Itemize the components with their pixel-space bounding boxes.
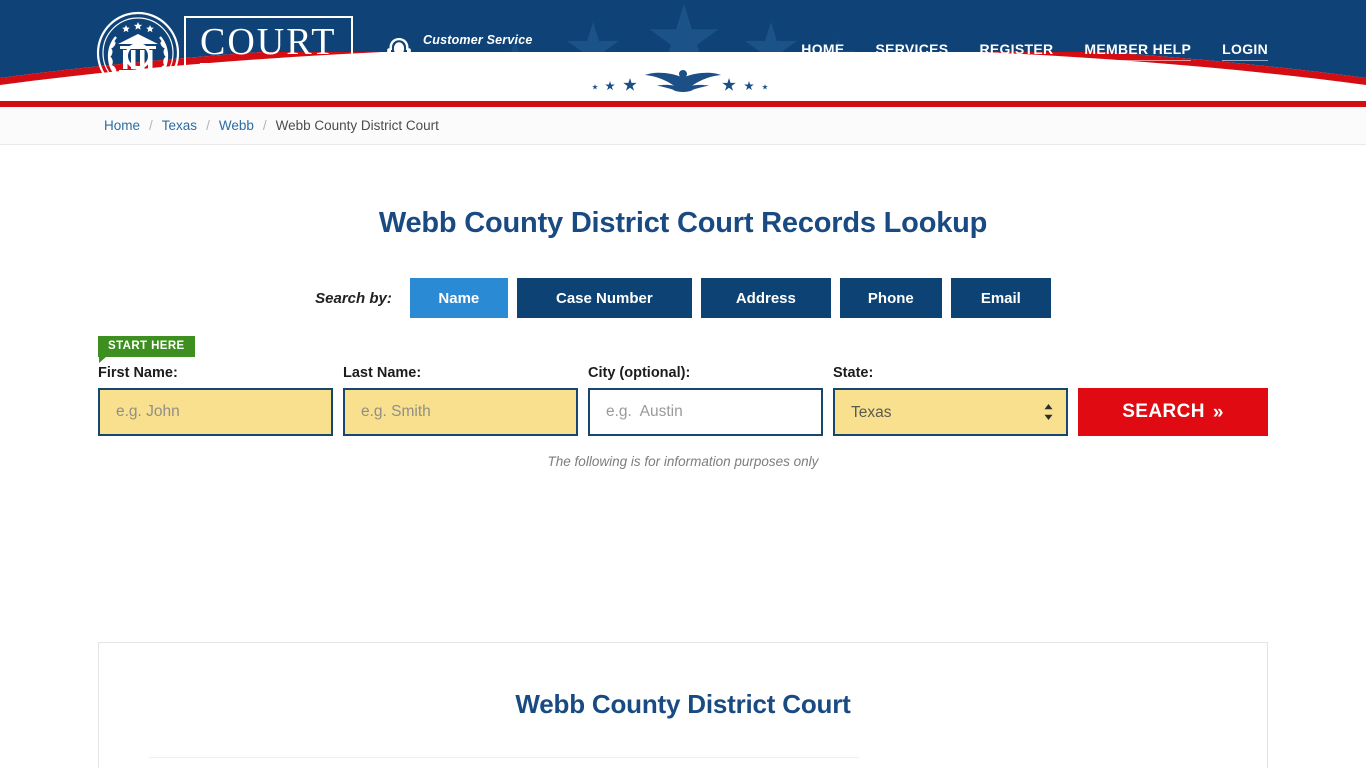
breadcrumb-item-texas[interactable]: Texas	[162, 118, 197, 133]
first-name-field-group: First Name:	[98, 365, 333, 436]
last-name-field-group: Last Name:	[343, 365, 578, 436]
page-title: Webb County District Court Records Looku…	[378, 207, 988, 239]
court-type-value: District Court	[341, 758, 859, 768]
court-details-card: Webb County District Court	[98, 642, 1268, 768]
tab-name[interactable]: Name	[409, 278, 508, 318]
headset-support-icon	[387, 37, 411, 66]
state-select[interactable]: Texas	[833, 388, 1068, 436]
breadcrumb-item-home[interactable]: Home	[104, 118, 140, 133]
info-note: The following is for information purpose…	[547, 454, 819, 469]
breadcrumb-item-current: Webb County District Court	[275, 118, 439, 133]
site-logo[interactable]: COURT CASE FINDER	[96, 11, 353, 95]
nav-item-member-help[interactable]: MEMBER HELP	[1084, 41, 1192, 61]
table-row: Court Type: District Court	[149, 757, 859, 768]
breadcrumb: Home / Texas / Webb / Webb County Distri…	[0, 107, 1366, 145]
eagle-emblem-icon	[645, 70, 721, 92]
eagle-right-stars	[722, 78, 774, 92]
search-by-tabs: Search by: Name Case Number Address Phon…	[0, 278, 1366, 318]
customer-service-label: Customer Service	[423, 33, 533, 47]
search-button-label: SEARCH	[1122, 401, 1205, 422]
breadcrumb-separator: /	[206, 118, 210, 133]
logo-title: COURT	[200, 20, 337, 65]
customer-service-phone[interactable]: 1-800-309-9351	[423, 48, 545, 69]
court-seal-icon	[96, 11, 180, 95]
last-name-label: Last Name:	[343, 365, 422, 381]
search-form: START HERE First Name: Last Name: City (…	[0, 336, 1366, 436]
court-type-key: Court Type:	[181, 758, 341, 768]
court-type-icon-cell	[149, 758, 181, 768]
state-label: State:	[833, 365, 874, 381]
double-chevron-right-icon: »	[1212, 401, 1224, 423]
eagle-left-stars	[592, 78, 644, 92]
search-by-label: Search by:	[315, 289, 392, 307]
main-content: Webb County District Court Records Looku…	[0, 145, 1366, 768]
city-field-group: City (optional):	[588, 365, 823, 436]
tab-phone[interactable]: Phone	[839, 278, 942, 318]
breadcrumb-separator: /	[149, 118, 153, 133]
state-field-group: State: Texas	[833, 365, 1068, 436]
court-card-title: Webb County District Court	[515, 689, 851, 719]
nav-item-home[interactable]: HOME	[801, 41, 845, 61]
customer-service-block: Customer Service 1-800-309-9351	[384, 33, 545, 69]
breadcrumb-separator: /	[262, 118, 267, 133]
city-input[interactable]	[588, 388, 823, 436]
nav-item-login[interactable]: LOGIN	[1222, 41, 1268, 61]
court-details-table: Court Type: District Court State: TX	[149, 757, 859, 768]
first-name-label: First Name:	[98, 365, 178, 381]
city-label: City (optional):	[588, 365, 691, 381]
breadcrumb-item-webb[interactable]: Webb	[219, 118, 254, 133]
logo-subtitle: CASE FINDER	[202, 68, 334, 81]
nav-item-services[interactable]: SERVICES	[875, 41, 949, 61]
first-name-input[interactable]	[98, 388, 333, 436]
tab-case-number[interactable]: Case Number	[516, 278, 692, 318]
last-name-input[interactable]	[343, 388, 578, 436]
nav-item-register[interactable]: REGISTER	[979, 41, 1054, 61]
search-button[interactable]: SEARCH »	[1078, 388, 1268, 436]
main-navigation: HOME SERVICES REGISTER MEMBER HELP LOGIN	[801, 41, 1268, 61]
tab-email[interactable]: Email	[950, 278, 1051, 318]
start-here-badge: START HERE	[98, 336, 195, 363]
site-header: COURT CASE FINDER Customer Service 1-800…	[0, 0, 1366, 96]
tab-address[interactable]: Address	[700, 278, 831, 318]
